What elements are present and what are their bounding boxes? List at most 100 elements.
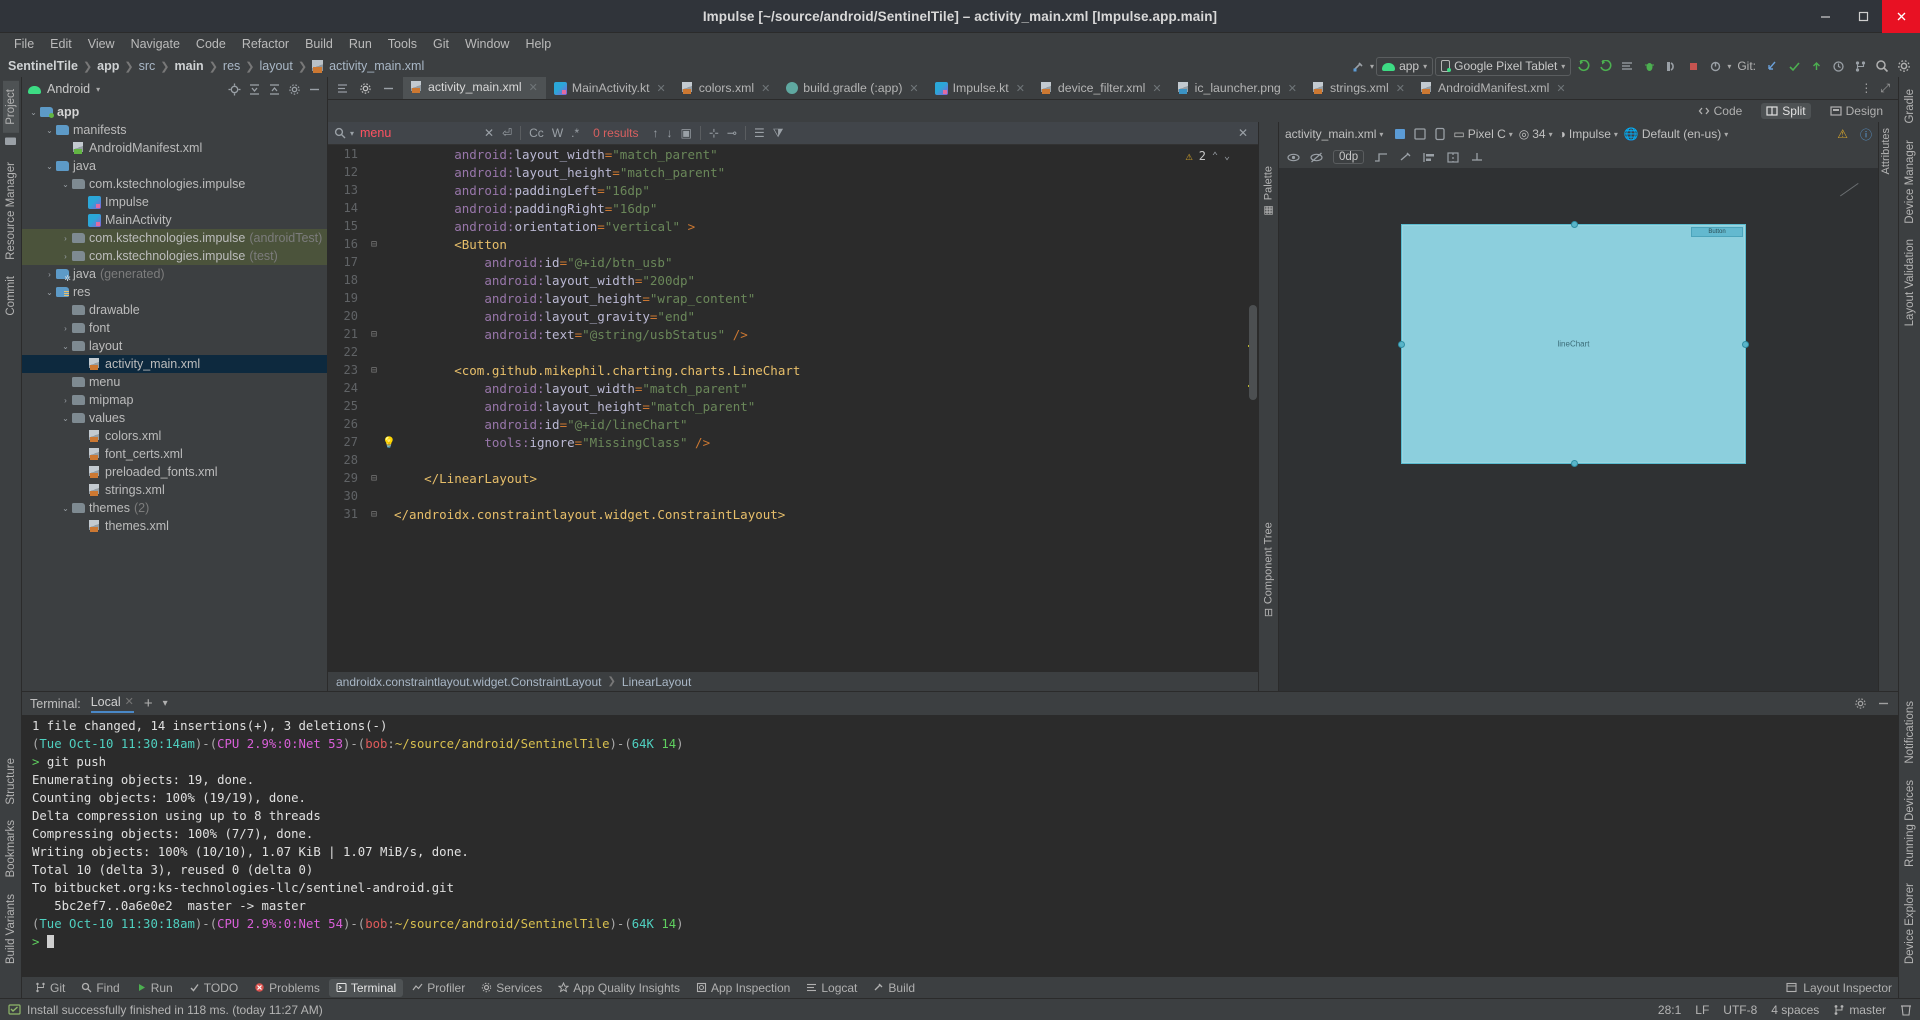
minimize-button[interactable] [1806,0,1844,33]
git-update-icon[interactable] [1762,57,1782,75]
status-trash-icon[interactable] [1900,1003,1912,1016]
debug-icon[interactable] [1595,57,1615,75]
tool-tab-structure[interactable]: Structure [3,750,19,813]
code-line[interactable]: 22 [328,343,1258,361]
tree-node-font-certs-xml[interactable]: font_certs.xml [22,445,327,463]
editor-tab-strings-xml[interactable]: strings.xml ✕ [1305,77,1413,99]
api-level-selector[interactable]: ◎ 34 ▾ [1519,127,1553,141]
status-branch[interactable]: master [1833,1003,1886,1017]
component-tree-tab[interactable]: ⊟ Component Tree [1261,518,1276,621]
stop-icon[interactable] [1683,57,1703,75]
align-icon[interactable] [1422,151,1436,164]
locale-selector[interactable]: 🌐 Default (en-us) ▾ [1624,127,1728,141]
find-select-all-icon[interactable]: ▣ [677,126,696,140]
tree-node-com-kstechnologies-impulse[interactable]: ⌄ com.kstechnologies.impulse [22,175,327,193]
locate-icon[interactable] [228,83,241,96]
editor-scrollbar[interactable] [1249,305,1257,400]
tool-tab-device-explorer[interactable]: Device Explorer [1902,875,1918,972]
tree-node-font[interactable]: › font [22,319,327,337]
tree-toggle[interactable]: › [44,270,55,279]
code-content[interactable]: 11 android:layout_width="match_parent" 12… [328,145,1258,671]
code-line[interactable]: 29 ⊟ </LinearLayout> [328,469,1258,487]
breadcrumb-app[interactable]: app [97,59,119,73]
device-preview[interactable]: Button lineChart [1398,221,1749,467]
tree-node-activity-main-xml[interactable]: activity_main.xml [22,355,327,373]
tabs-list-icon[interactable] [336,82,349,95]
bottom-tab-find[interactable]: Find [74,979,126,997]
find-regex-toggle[interactable]: .* [567,126,583,140]
menu-navigate[interactable]: Navigate [123,35,188,53]
find-remove-icon[interactable]: ⊸ [723,126,741,140]
tabs-gear-icon[interactable] [359,82,372,95]
status-caret-position[interactable]: 28:1 [1658,1003,1681,1017]
menu-refactor[interactable]: Refactor [234,35,297,53]
status-path-child[interactable]: LinearLayout [622,675,691,689]
bottom-tab-build[interactable]: Build [866,979,922,997]
tree-toggle[interactable]: › [60,324,71,333]
collapse-all-icon[interactable] [268,83,281,96]
tree-node-values[interactable]: ⌄ values [22,409,327,427]
menu-view[interactable]: View [80,35,123,53]
tree-node-com-kstechnologies-impulse[interactable]: › com.kstechnologies.impulse (androidTest) [22,229,327,247]
tree-toggle[interactable]: ⌄ [60,414,71,423]
hammer-icon[interactable] [1348,57,1368,75]
code-line[interactable]: 14 android:paddingRight="16dp" [328,199,1258,217]
theme-selector[interactable]: ◑ Impulse ▾ [1559,127,1618,141]
tool-tab-project[interactable]: Project [2,81,19,133]
design-surface-icon[interactable] [1393,127,1407,141]
bottom-tab-app-quality-insights[interactable]: App Quality Insights [551,979,687,997]
tree-toggle[interactable]: ⌄ [28,108,39,117]
tree-node-preloaded-fonts-xml[interactable]: preloaded_fonts.xml [22,463,327,481]
find-clear-icon[interactable]: ✕ [480,126,498,140]
code-line[interactable]: 31 ⊟ </androidx.constraintlayout.widget.Co… [328,505,1258,523]
tree-node-java[interactable]: ⌄ java [22,157,327,175]
git-branch-icon[interactable] [1850,57,1870,75]
attach-debugger-icon[interactable] [1705,57,1725,75]
tool-tab-layout-validation[interactable]: Layout Validation [1902,231,1918,334]
breadcrumb-file[interactable]: activity_main.xml [329,59,424,73]
editor-tab-mainactivity-kt[interactable]: MainActivity.kt ✕ [546,77,674,99]
editor-tab-ic-launcher-png[interactable]: ic_launcher.png ✕ [1170,77,1305,99]
breadcrumb-main[interactable]: main [175,59,204,73]
code-line[interactable]: 20 android:layout_gravity="end" [328,307,1258,325]
code-line[interactable]: 17 android:id="@+id/btn_usb" [328,253,1258,271]
fold-marker[interactable]: ⊟ [366,329,382,340]
tool-tab-running-devices[interactable]: Running Devices [1902,772,1918,875]
terminal-output[interactable]: 1 file changed, 14 insertions(+), 3 dele… [22,715,1898,976]
menu-help[interactable]: Help [517,35,559,53]
resize-handle-top[interactable] [1571,221,1578,228]
bottom-tab-git[interactable]: Git [28,979,72,997]
tool-tab-resource-manager[interactable]: Resource Manager [3,154,19,268]
git-push-icon[interactable] [1806,57,1826,75]
code-line[interactable]: 19 android:layout_height="wrap_content" [328,289,1258,307]
menu-edit[interactable]: Edit [42,35,80,53]
tree-node-mainactivity[interactable]: MainActivity [22,211,327,229]
project-scope-label[interactable]: Android [47,82,90,96]
preview-file-selector[interactable]: activity_main.xml ▾ [1285,127,1383,141]
tool-tab-commit[interactable]: Commit [3,268,19,324]
design-canvas[interactable]: Button lineChart [1279,168,1878,691]
inspection-widget[interactable]: ⚠ 2 ⌃ ⌄ [1185,149,1230,163]
tool-tab-notifications[interactable]: Notifications [1902,693,1918,772]
status-path-root[interactable]: androidx.constraintlayout.widget.Constra… [336,675,602,689]
tabs-overflow-icon[interactable]: ⋮ [1860,81,1872,95]
breadcrumb-project[interactable]: SentinelTile [8,59,78,73]
resize-handle-left[interactable] [1398,341,1405,348]
bottom-tab-profiler[interactable]: Profiler [405,979,472,997]
menu-file[interactable]: File [6,35,42,53]
menu-run[interactable]: Run [341,35,380,53]
chevron-down-icon[interactable]: ▾ [1727,62,1731,71]
terminal-session-tab[interactable]: Local ✕ [90,695,134,713]
find-history-icon[interactable]: ⏎ [498,126,516,140]
bottom-tab-todo[interactable]: TODO [182,979,245,997]
tool-tab-gradle[interactable]: Gradle [1902,81,1918,132]
find-search-icon[interactable]: ▾ [328,127,360,139]
intention-bulb-icon[interactable]: 💡 [382,436,396,449]
git-history-icon[interactable] [1828,57,1848,75]
code-line[interactable]: 27 💡 tools:ignore="MissingClass" /> [328,433,1258,451]
gear-icon[interactable] [1894,57,1914,75]
close-icon[interactable]: ✕ [1152,82,1161,95]
maximize-button[interactable] [1844,0,1882,33]
editor-tab-androidmanifest-xml[interactable]: AndroidManifest.xml ✕ [1413,77,1574,99]
fold-marker[interactable]: ⊟ [366,365,382,376]
